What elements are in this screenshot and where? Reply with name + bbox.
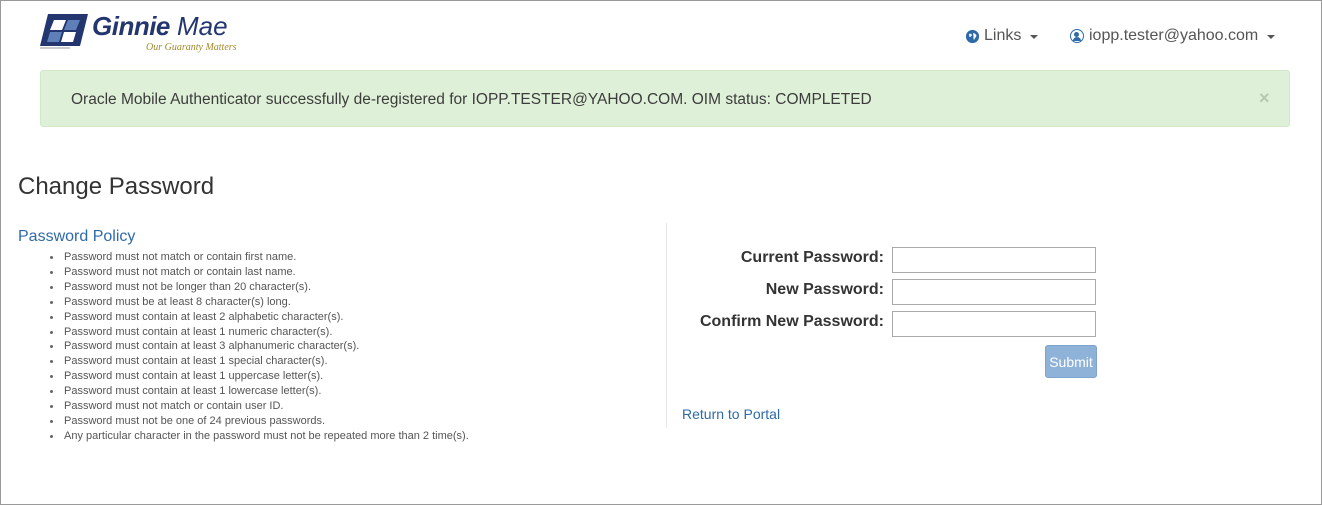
policy-item: Password must contain at least 1 upperca… xyxy=(46,369,469,384)
links-dropdown[interactable]: Links xyxy=(966,27,1039,45)
chevron-down-icon xyxy=(1030,35,1039,39)
policy-item: Password must not be one of 24 previous … xyxy=(46,414,469,429)
page-title: Change Password xyxy=(18,173,215,200)
logo-tagline: Our Guaranty Matters xyxy=(146,42,237,53)
policy-item: Password must not match or contain last … xyxy=(46,265,469,280)
current-password-input[interactable] xyxy=(892,247,1096,273)
logo-brand-bold: Ginnie xyxy=(92,11,170,41)
header: Ginnie Mae Our Guaranty Matters Links io… xyxy=(0,0,1322,70)
current-password-label: Current Password: xyxy=(740,249,884,266)
policy-item: Any particular character in the password… xyxy=(46,429,469,444)
ginnie-mae-emblem-icon xyxy=(40,14,88,49)
user-circle-icon xyxy=(1070,29,1084,43)
policy-item: Password must contain at least 1 numeric… xyxy=(46,325,469,340)
policy-item: Password must contain at least 3 alphanu… xyxy=(46,339,469,354)
chevron-down-icon xyxy=(1267,35,1276,39)
policy-item: Password must not match or contain first… xyxy=(46,250,469,265)
confirm-password-input[interactable] xyxy=(892,311,1096,337)
user-menu-dropdown[interactable]: iopp.tester@yahoo.com xyxy=(1070,27,1276,45)
policy-item: Password must contain at least 1 special… xyxy=(46,354,469,369)
globe-icon xyxy=(966,29,979,43)
close-icon[interactable]: × xyxy=(1259,88,1270,109)
logo-brand-light: Mae xyxy=(177,11,228,41)
user-email: iopp.tester@yahoo.com xyxy=(1089,27,1259,44)
submit-button[interactable]: Submit xyxy=(1045,345,1097,378)
policy-item: Password must contain at least 2 alphabe… xyxy=(46,310,469,325)
confirm-password-label: Confirm New Password: xyxy=(699,313,884,330)
policy-item: Password must be at least 8 character(s)… xyxy=(46,295,469,310)
policy-item: Password must not match or contain user … xyxy=(46,399,469,414)
password-policy-heading: Password Policy xyxy=(18,228,136,245)
ginnie-mae-logo[interactable]: Ginnie Mae Our Guaranty Matters xyxy=(40,8,280,58)
success-alert: Oracle Mobile Authenticator successfully… xyxy=(40,70,1290,127)
return-to-portal-link[interactable]: Return to Portal xyxy=(682,406,780,422)
policy-item: Password must not be longer than 20 char… xyxy=(46,280,469,295)
new-password-input[interactable] xyxy=(892,279,1096,305)
policy-item: Password must contain at least 1 lowerca… xyxy=(46,384,469,399)
new-password-label: New Password: xyxy=(765,281,884,298)
links-label: Links xyxy=(984,27,1022,44)
alert-message: Oracle Mobile Authenticator successfully… xyxy=(71,91,872,108)
password-policy-list: Password must not match or contain first… xyxy=(46,250,469,444)
